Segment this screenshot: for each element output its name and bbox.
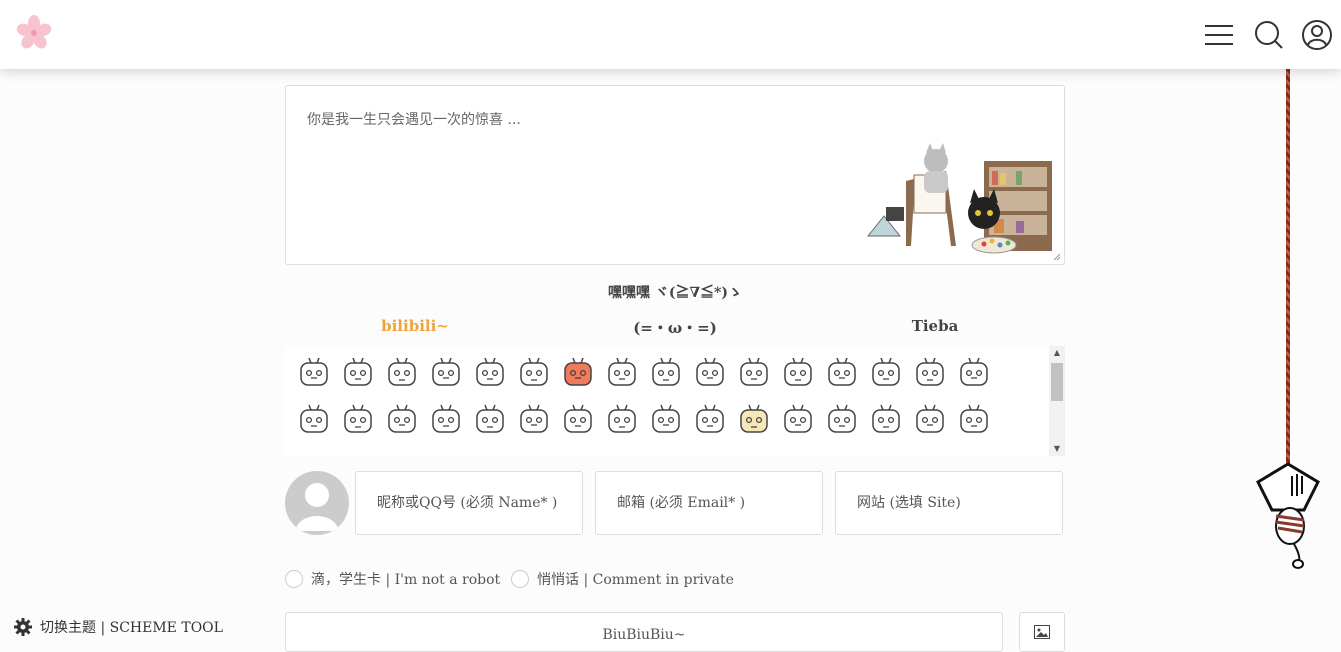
- bilibili-emoji-icon[interactable]: [959, 403, 989, 435]
- scroll-up-arrow-icon[interactable]: ▲: [1049, 346, 1065, 360]
- emoji-panel: ▲ ▼: [285, 346, 1065, 456]
- emoji-scrollbar[interactable]: ▲ ▼: [1049, 346, 1065, 456]
- bilibili-emoji-icon[interactable]: [739, 403, 769, 435]
- bilibili-emoji-icon[interactable]: [475, 356, 505, 388]
- bilibili-emoji-icon[interactable]: [431, 356, 461, 388]
- bilibili-emoji-icon[interactable]: [915, 356, 945, 388]
- bilibili-emoji-icon[interactable]: [871, 356, 901, 388]
- image-upload-button[interactable]: [1019, 612, 1065, 652]
- bilibili-emoji-icon[interactable]: [695, 403, 725, 435]
- private-checkbox[interactable]: 悄悄话 | Comment in private: [511, 569, 734, 589]
- bilibili-emoji-icon[interactable]: [607, 356, 637, 388]
- bilibili-emoji-icon[interactable]: [563, 356, 593, 388]
- tab-tieba[interactable]: Tieba: [835, 317, 1035, 335]
- gear-icon: [14, 618, 32, 636]
- emoji-tabs: bilibili~ (=・ω・=) Tieba: [285, 317, 1065, 337]
- robot-label: 滴，学生卡 | I'm not a robot: [311, 572, 501, 588]
- bilibili-emoji-icon[interactable]: [959, 356, 989, 388]
- bilibili-emoji-icon[interactable]: [343, 403, 373, 435]
- scheme-tool[interactable]: 切换主题 | SCHEME TOOL: [14, 617, 223, 637]
- email-field[interactable]: [595, 471, 823, 535]
- kaomoji-toggle[interactable]: 嘿嘿嘿 ヾ(≧∇≦*)ゝ: [285, 282, 1065, 302]
- tab-kaomoji[interactable]: (=・ω・=): [575, 317, 775, 338]
- bilibili-emoji-icon[interactable]: [783, 356, 813, 388]
- robot-checkbox[interactable]: 滴，学生卡 | I'm not a robot: [285, 569, 500, 589]
- image-upload-icon: [1034, 625, 1050, 639]
- bilibili-emoji-icon[interactable]: [827, 403, 857, 435]
- cats-painting-illustration: [866, 143, 1052, 254]
- bilibili-emoji-icon[interactable]: [431, 403, 461, 435]
- tab-bilibili[interactable]: bilibili~: [315, 317, 515, 335]
- bilibili-emoji-icon[interactable]: [343, 356, 373, 388]
- bilibili-emoji-icon[interactable]: [387, 356, 417, 388]
- name-field[interactable]: [355, 471, 583, 535]
- avatar: [285, 471, 349, 535]
- bilibili-emoji-icon[interactable]: [871, 403, 901, 435]
- site-field[interactable]: [835, 471, 1063, 535]
- bilibili-emoji-icon[interactable]: [651, 356, 681, 388]
- bilibili-emoji-icon[interactable]: [519, 403, 549, 435]
- resize-grip-icon[interactable]: [1053, 253, 1061, 261]
- hamburger-menu-icon[interactable]: [1195, 11, 1243, 59]
- private-label: 悄悄话 | Comment in private: [537, 572, 734, 588]
- scheme-tool-label: 切换主题 | SCHEME TOOL: [40, 620, 223, 636]
- textarea-placeholder: 你是我一生只会遇见一次的惊喜 ...: [307, 112, 521, 128]
- comment-textarea[interactable]: 你是我一生只会遇见一次的惊喜 ...: [285, 85, 1065, 265]
- search-icon[interactable]: [1245, 11, 1293, 59]
- hanging-cat-icon[interactable]: [1252, 460, 1324, 570]
- bilibili-emoji-icon[interactable]: [915, 403, 945, 435]
- submit-button[interactable]: BiuBiuBiu~: [285, 612, 1003, 652]
- bilibili-emoji-icon[interactable]: [783, 403, 813, 435]
- sakura-flower-icon[interactable]: [16, 14, 52, 50]
- scroll-down-arrow-icon[interactable]: ▼: [1049, 442, 1065, 456]
- bilibili-emoji-icon[interactable]: [475, 403, 505, 435]
- bilibili-emoji-icon[interactable]: [387, 403, 417, 435]
- bilibili-emoji-icon[interactable]: [299, 356, 329, 388]
- robot-radio[interactable]: [285, 570, 303, 588]
- emoji-grid: [299, 356, 1019, 435]
- bilibili-emoji-icon[interactable]: [739, 356, 769, 388]
- bilibili-emoji-icon[interactable]: [299, 403, 329, 435]
- bilibili-emoji-icon[interactable]: [563, 403, 593, 435]
- bilibili-emoji-icon[interactable]: [519, 356, 549, 388]
- user-circle-icon[interactable]: [1293, 11, 1341, 59]
- site-header: [0, 0, 1341, 69]
- bilibili-emoji-icon[interactable]: [695, 356, 725, 388]
- bilibili-emoji-icon[interactable]: [607, 403, 637, 435]
- bilibili-emoji-icon[interactable]: [651, 403, 681, 435]
- private-radio[interactable]: [511, 570, 529, 588]
- scrollbar-thumb[interactable]: [1051, 363, 1063, 401]
- bilibili-emoji-icon[interactable]: [827, 356, 857, 388]
- hanging-rope: [1286, 69, 1290, 469]
